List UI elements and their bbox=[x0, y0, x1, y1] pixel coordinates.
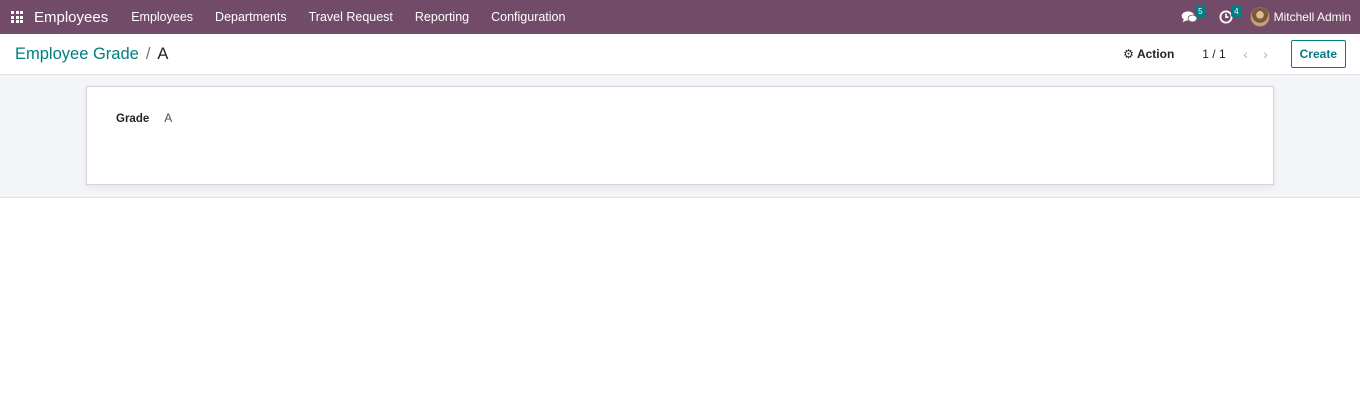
main-menu: Employees Departments Travel Request Rep… bbox=[120, 0, 576, 34]
activities-button[interactable]: 4 bbox=[1208, 0, 1244, 34]
messages-count-badge: 5 bbox=[1195, 6, 1206, 17]
breadcrumb: Employee Grade / A bbox=[15, 45, 168, 64]
create-button[interactable]: Create bbox=[1290, 40, 1346, 68]
pager-next-icon[interactable]: › bbox=[1256, 46, 1276, 62]
form-sheet: Grade A bbox=[86, 86, 1274, 185]
apps-menu-icon[interactable] bbox=[0, 0, 34, 34]
pager-previous-icon[interactable]: ‹ bbox=[1236, 46, 1256, 62]
menu-item-employees[interactable]: Employees bbox=[120, 0, 204, 34]
menu-item-reporting[interactable]: Reporting bbox=[404, 0, 480, 34]
user-name: Mitchell Admin bbox=[1273, 10, 1351, 24]
systray: 5 4 Mitchell Admin bbox=[1172, 0, 1360, 34]
action-button[interactable]: ⚙ Action bbox=[1123, 47, 1174, 61]
breadcrumb-separator: / bbox=[145, 44, 151, 63]
messages-button[interactable]: 5 bbox=[1172, 0, 1208, 34]
breadcrumb-parent-link[interactable]: Employee Grade bbox=[15, 45, 139, 64]
app-brand[interactable]: Employees bbox=[34, 9, 108, 26]
activities-count-badge: 4 bbox=[1231, 6, 1242, 17]
grade-field[interactable]: A bbox=[164, 111, 172, 125]
grade-label: Grade bbox=[116, 113, 150, 125]
menu-item-travel-request[interactable]: Travel Request bbox=[298, 0, 404, 34]
menu-item-configuration[interactable]: Configuration bbox=[480, 0, 576, 34]
avatar bbox=[1249, 7, 1270, 27]
pager-value[interactable]: 1 / 1 bbox=[1202, 47, 1225, 61]
top-navbar: Employees Employees Departments Travel R… bbox=[0, 0, 1360, 34]
control-panel: Employee Grade / A ⚙ Action 1 / 1 ‹ › Cr… bbox=[0, 34, 1360, 75]
menu-item-departments[interactable]: Departments bbox=[204, 0, 298, 34]
form-view: Grade A bbox=[0, 75, 1360, 198]
action-label: Action bbox=[1136, 47, 1175, 61]
breadcrumb-current: A bbox=[157, 44, 169, 63]
user-menu[interactable]: Mitchell Admin bbox=[1244, 7, 1360, 27]
control-panel-actions: ⚙ Action 1 / 1 ‹ › Create bbox=[1123, 40, 1346, 68]
gear-icon: ⚙ bbox=[1123, 47, 1134, 61]
